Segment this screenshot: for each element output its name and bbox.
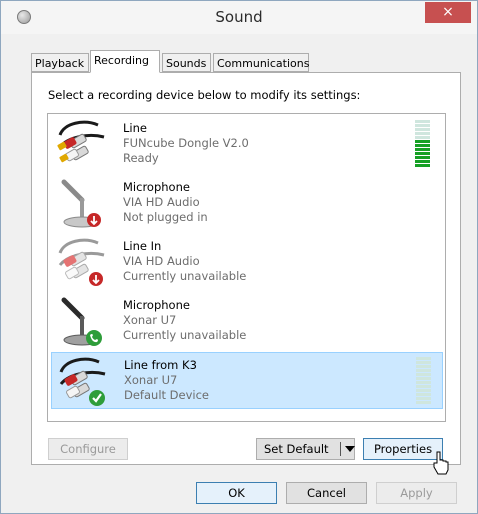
line-in-jack-icon [57, 120, 105, 163]
level-segment [415, 128, 430, 131]
level-segment [415, 160, 430, 163]
cancel-button[interactable]: Cancel [286, 482, 367, 504]
level-segment [415, 152, 430, 155]
tab-recording[interactable]: Recording [90, 50, 160, 73]
device-status: Ready [123, 151, 159, 165]
set-default-label: Set Default [264, 442, 329, 456]
level-segment [415, 144, 430, 147]
level-segment [415, 156, 430, 159]
split-separator [340, 442, 341, 456]
microphone-icon [61, 297, 102, 346]
device-row-line-in[interactable]: Line In VIA HD Audio Currently unavailab… [51, 234, 443, 291]
device-driver: VIA HD Audio [123, 195, 200, 209]
device-list[interactable]: Line FUNcube Dongle V2.0 Ready Microphon… [47, 113, 446, 422]
level-segment [416, 365, 431, 368]
level-segment [416, 389, 431, 392]
close-button[interactable]: × [425, 2, 471, 23]
tab-sounds[interactable]: Sounds [162, 53, 211, 72]
tab-playback[interactable]: Playback [31, 53, 89, 72]
level-segment [416, 385, 431, 388]
title-bar[interactable]: Sound × [1, 1, 477, 34]
level-segment [416, 401, 431, 404]
level-meter [416, 357, 431, 407]
device-name: Microphone [123, 298, 190, 312]
device-driver: Xonar U7 [123, 313, 177, 327]
device-row-line-from-k3[interactable]: Line from K3 Xonar U7 Default Device [51, 352, 443, 409]
configure-button[interactable]: Configure [48, 438, 128, 460]
level-segment [415, 148, 430, 151]
level-segment [415, 124, 430, 127]
device-row-line[interactable]: Line FUNcube Dongle V2.0 Ready [51, 116, 443, 173]
device-driver: FUNcube Dongle V2.0 [123, 136, 249, 150]
device-status: Currently unavailable [123, 269, 247, 283]
tab-communications[interactable]: Communications [213, 53, 309, 72]
line-in-jack-icon [59, 357, 106, 406]
window-title: Sound [215, 8, 263, 26]
device-status: Currently unavailable [123, 328, 247, 342]
device-driver: VIA HD Audio [123, 254, 200, 268]
level-segment [415, 164, 430, 167]
level-meter [415, 120, 430, 170]
device-name: Line In [123, 239, 162, 253]
sound-dialog: Sound × Playback Recording Sounds Commun… [0, 0, 478, 514]
instruction-text: Select a recording device below to modif… [48, 88, 361, 102]
recording-panel: Select a recording device below to modif… [31, 72, 461, 465]
level-segment [416, 377, 431, 380]
device-name: Microphone [123, 180, 190, 194]
microphone-icon [61, 179, 101, 228]
level-segment [415, 136, 430, 139]
level-segment [416, 381, 431, 384]
device-row-microphone-via[interactable]: Microphone VIA HD Audio Not plugged in [51, 175, 443, 232]
mouse-cursor-icon [433, 451, 449, 475]
dropdown-arrow-icon[interactable] [345, 446, 355, 452]
device-row-microphone-xonar[interactable]: Microphone Xonar U7 Currently unavailabl… [51, 293, 443, 350]
apply-button[interactable]: Apply [376, 482, 457, 504]
level-segment [416, 397, 431, 400]
level-segment [415, 120, 430, 123]
level-segment [416, 373, 431, 376]
level-segment [416, 361, 431, 364]
ok-button[interactable]: OK [196, 482, 277, 504]
set-default-button[interactable]: Set Default [256, 438, 355, 460]
level-segment [416, 393, 431, 396]
line-in-jack-icon [58, 238, 105, 286]
level-segment [415, 132, 430, 135]
level-segment [415, 140, 430, 143]
level-segment [416, 357, 431, 360]
level-segment [416, 369, 431, 372]
device-name: Line from K3 [124, 358, 197, 372]
device-driver: Xonar U7 [124, 373, 178, 387]
device-status: Default Device [124, 388, 210, 402]
device-status: Not plugged in [123, 210, 208, 224]
device-name: Line [123, 121, 147, 135]
